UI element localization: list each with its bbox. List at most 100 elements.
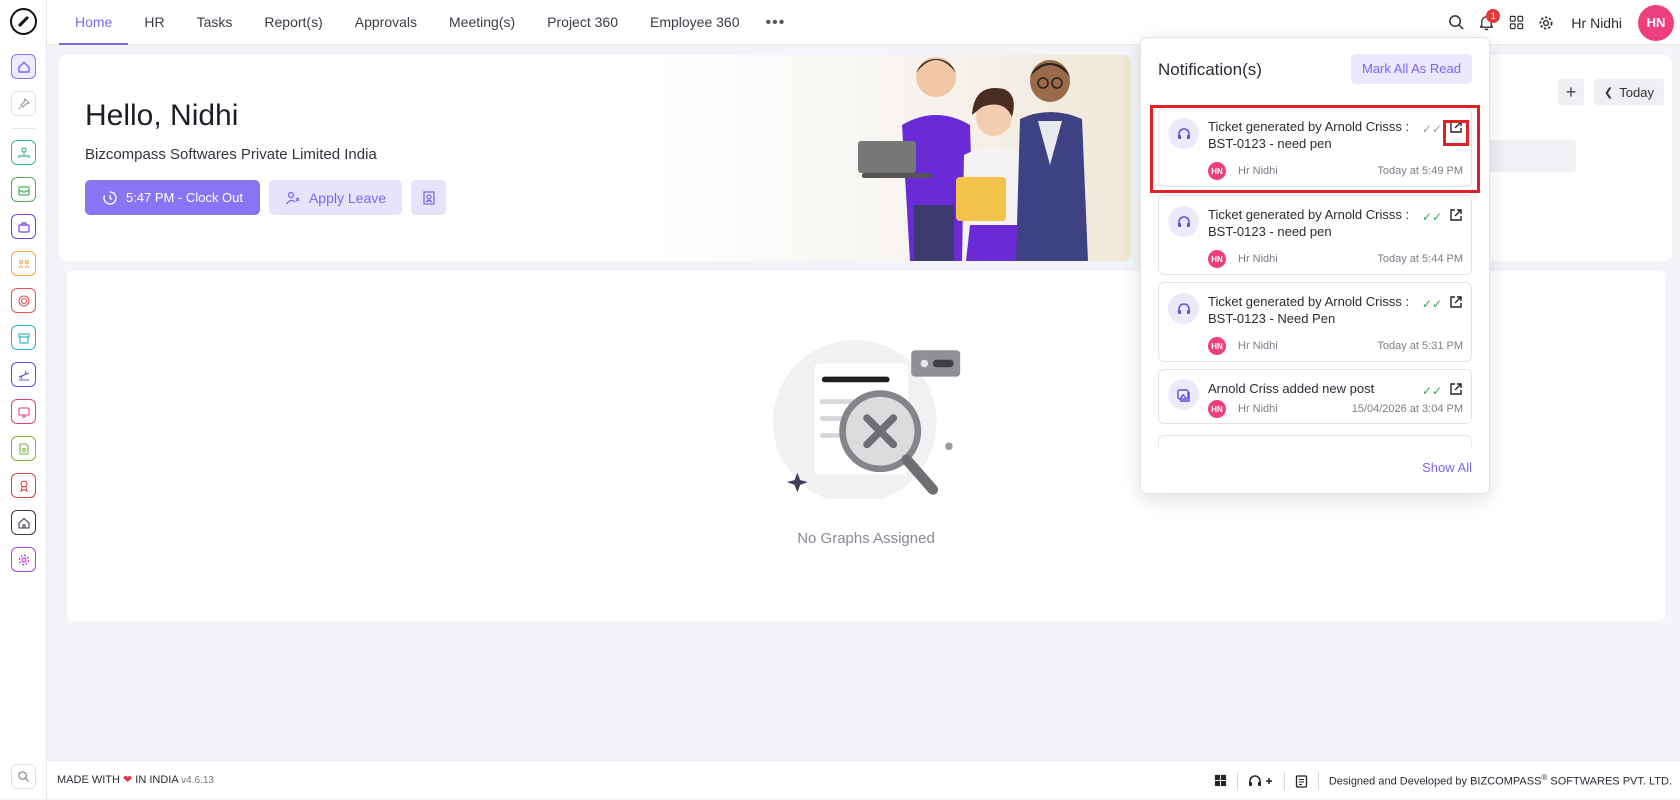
designed-by-label: Designed and Developed by [1328, 775, 1468, 788]
mark-all-read-button[interactable]: Mark All As Read [1351, 54, 1472, 84]
nav-item-meetings[interactable]: Meeting(s) [433, 0, 531, 45]
nav-item-hr[interactable]: HR [128, 0, 180, 45]
company-name: Bizcompass Softwares Private Limited Ind… [85, 146, 377, 163]
nav-item-reports[interactable]: Report(s) [248, 0, 338, 45]
notification-count-badge: 1 [1486, 8, 1501, 23]
read-check-icon: ✓✓ [1421, 297, 1442, 311]
notification-item[interactable] [1158, 435, 1472, 447]
nav-item-approvals[interactable]: Approvals [339, 0, 433, 45]
notification-author: Hr Nidhi [1238, 340, 1278, 352]
open-link-icon[interactable] [1447, 206, 1465, 224]
nav-item-home[interactable]: Home [59, 0, 129, 45]
rail-briefcase-icon[interactable] [11, 214, 36, 239]
company-suffix: SOFTWARES PVT. LTD. [1550, 775, 1672, 788]
unread-check-icon[interactable]: ✓✓ [1422, 122, 1442, 136]
user-avatar[interactable]: HN [1638, 4, 1674, 41]
notification-bell-icon[interactable]: 1 [1471, 8, 1501, 38]
notification-author: Hr Nidhi [1238, 165, 1278, 177]
open-link-icon[interactable] [1447, 293, 1465, 311]
read-check-icon: ✓✓ [1421, 210, 1442, 224]
show-all-link[interactable]: Show All [1422, 460, 1472, 475]
notification-item[interactable]: Ticket generated by Arnold Crisss : BST-… [1158, 282, 1472, 362]
app-version: v4.6.13 [181, 775, 214, 786]
footer-made-in: MADE WITH ❤ IN INDIA v4.6.13 [57, 761, 214, 800]
notification-item[interactable]: Ticket generated by Arnold Crisss : BST-… [1158, 107, 1472, 187]
today-label: Today [1619, 84, 1654, 100]
notification-time: Today at 5:44 PM [1377, 253, 1463, 265]
notification-panel-title: Notification(s) [1158, 60, 1262, 79]
notification-meta: HN Hr Nidhi Today at 5:31 PM [1208, 337, 1463, 355]
clipboard-icon[interactable] [1295, 774, 1308, 788]
support-headset-icon [1168, 118, 1199, 149]
author-avatar: HN [1208, 400, 1226, 418]
rail-document-icon[interactable] [11, 436, 36, 461]
rail-house-icon[interactable] [11, 510, 36, 535]
user-name[interactable]: Hr Nidhi [1571, 15, 1622, 31]
author-avatar: HN [1208, 337, 1226, 355]
post-image-icon [1168, 379, 1199, 410]
open-link-icon[interactable] [1447, 118, 1465, 136]
add-event-button[interactable]: + [1558, 79, 1584, 105]
apply-leave-button[interactable]: Apply Leave [269, 180, 402, 215]
rail-target-icon[interactable] [11, 288, 36, 313]
apply-leave-label: Apply Leave [308, 189, 387, 206]
heart-icon: ❤ [123, 774, 133, 786]
windows-icon[interactable] [1214, 774, 1227, 787]
author-avatar: HN [1208, 162, 1226, 180]
rail-travel-icon[interactable] [11, 362, 36, 387]
nav-item-employee-360[interactable]: Employee 360 [634, 0, 756, 45]
rail-home-icon[interactable] [11, 54, 36, 79]
author-avatar: HN [1208, 250, 1226, 268]
notification-text: Ticket generated by Arnold Crisss : BST-… [1208, 207, 1410, 239]
chevron-left-icon: ❮ [1604, 86, 1614, 99]
nav-item-tasks[interactable]: Tasks [181, 0, 249, 45]
designed-by-text: Designed and Developed by BIZCOMPASS® SO… [1329, 773, 1672, 788]
notification-panel: Notification(s) Mark All As Read Ticket … [1140, 37, 1490, 494]
today-button[interactable]: ❮ Today [1594, 79, 1664, 105]
main-nav: Home HR Tasks Report(s) Approvals Meetin… [59, 0, 795, 45]
registered-mark: ® [1541, 773, 1548, 783]
made-with-suffix: IN INDIA [135, 774, 179, 786]
profile-card-button[interactable] [411, 180, 446, 215]
nav-item-project-360[interactable]: Project 360 [531, 0, 634, 45]
support-headset-icon [1168, 293, 1199, 324]
rail-search-icon[interactable] [11, 764, 36, 789]
no-graphs-label: No Graphs Assigned [797, 530, 935, 547]
settings-gear-icon[interactable] [1531, 8, 1561, 38]
welcome-card: Hello, Nidhi Bizcompass Softwares Privat… [59, 55, 1131, 261]
notification-author: Hr Nidhi [1238, 403, 1278, 415]
app-logo-icon[interactable] [10, 8, 37, 35]
left-rail [0, 0, 47, 799]
clock-out-button[interactable]: 5:47 PM - Clock Out [85, 180, 260, 215]
clock-icon [103, 190, 117, 205]
rail-org-chart-icon[interactable] [11, 140, 36, 165]
rail-presentation-icon[interactable] [11, 399, 36, 424]
made-with-prefix: MADE WITH [57, 774, 120, 786]
support-headset-icon [1168, 206, 1199, 237]
notification-item[interactable]: Arnold Criss added new post ✓✓ HN Hr Nid… [1158, 369, 1472, 424]
apps-grid-icon[interactable] [1501, 8, 1531, 38]
team-illustration [858, 57, 1088, 261]
support-add-icon[interactable] [1248, 774, 1274, 788]
rail-inbox-icon[interactable] [11, 177, 36, 202]
notification-time: 15/04/2026 at 3:04 PM [1351, 403, 1463, 415]
rail-archive-icon[interactable] [11, 325, 36, 350]
id-badge-icon [422, 190, 435, 205]
notification-meta: HN Hr Nidhi Today at 5:44 PM [1208, 250, 1463, 268]
rail-settings-icon[interactable] [11, 547, 36, 572]
rail-pin-icon[interactable] [11, 91, 36, 116]
company-brand: BIZCOMPASS [1470, 775, 1542, 788]
notification-text: Ticket generated by Arnold Crisss : BST-… [1208, 119, 1410, 151]
notification-author: Hr Nidhi [1238, 253, 1278, 265]
footer: MADE WITH ❤ IN INDIA v4.6.13 Designed an… [47, 760, 1680, 799]
search-icon[interactable] [1441, 8, 1471, 38]
rail-team-icon[interactable] [11, 251, 36, 276]
footer-right: Designed and Developed by BIZCOMPASS® SO… [1214, 761, 1672, 800]
rail-divider [12, 128, 35, 129]
footer-divider [1236, 771, 1238, 790]
more-menu-icon[interactable]: ••• [756, 0, 796, 45]
rail-award-icon[interactable] [11, 473, 36, 498]
notification-list[interactable]: Ticket generated by Arnold Crisss : BST-… [1158, 107, 1473, 447]
notification-item[interactable]: Ticket generated by Arnold Crisss : BST-… [1158, 195, 1472, 275]
open-link-icon[interactable] [1447, 380, 1465, 398]
